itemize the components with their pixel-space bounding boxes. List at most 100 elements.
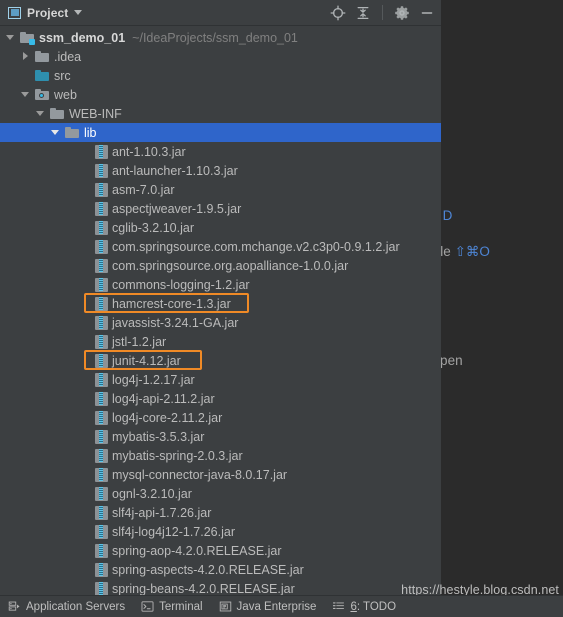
chevron-down-icon[interactable] [74, 10, 83, 15]
collapse-all-icon[interactable] [355, 5, 371, 21]
tree-twisty-spacer [80, 317, 91, 328]
scroll-from-source-icon[interactable] [330, 5, 346, 21]
tree-row-idea[interactable]: .idea [0, 47, 441, 66]
intellij-window: Search Everywhere D Open a project or Fi… [0, 0, 563, 617]
hint-shortcut: ⇧⌘O [454, 244, 490, 259]
tree-row-src[interactable]: src [0, 66, 441, 85]
tree-row-lib[interactable]: lib [0, 123, 441, 142]
tree-row-label: mysql-connector-java-8.0.17.jar [112, 467, 288, 482]
status-bar-item-application-servers[interactable]: Application Servers [0, 596, 133, 617]
tree-row-web[interactable]: web [0, 85, 441, 104]
tree-row-jar[interactable]: spring-aspects-4.2.0.RELEASE.jar [0, 560, 441, 579]
jar-file-icon [95, 258, 108, 273]
status-bar-item-java-enterprise[interactable]: Java Enterprise [211, 596, 325, 617]
status-bar-item-terminal[interactable]: Terminal [133, 596, 210, 617]
tree-row-label: hamcrest-core-1.3.jar [112, 296, 231, 311]
tree-row-label: log4j-core-2.11.2.jar [112, 410, 223, 425]
tree-row-icon [94, 144, 108, 159]
tree-row-icon [94, 372, 108, 387]
tree-row-label: .idea [54, 49, 82, 64]
project-icon [8, 6, 21, 19]
tree-row-jar[interactable]: com.springsource.org.aopalliance-1.0.0.j… [0, 256, 441, 275]
tree-row-jar[interactable]: slf4j-log4j12-1.7.26.jar [0, 522, 441, 541]
tree-row-icon [94, 239, 108, 254]
tree-row-jar[interactable]: javassist-3.24.1-GA.jar [0, 313, 441, 332]
tree-row-jar[interactable]: ant-1.10.3.jar [0, 142, 441, 161]
tree-row-icon [94, 163, 108, 178]
todo-icon [332, 600, 345, 613]
tree-row-jar[interactable]: ognl-3.2.10.jar [0, 484, 441, 503]
tree-twisty-down[interactable] [50, 127, 61, 138]
tree-row-jar[interactable]: mysql-connector-java-8.0.17.jar [0, 465, 441, 484]
tree-twisty-down[interactable] [20, 89, 31, 100]
tree-row-jar[interactable]: commons-logging-1.2.jar [0, 275, 441, 294]
tree-row-label: WEB-INF [69, 106, 122, 121]
project-tree[interactable]: ssm_demo_01 ~/IdeaProjects/ssm_demo_01 .id… [0, 26, 441, 596]
hint-label: Open a project or File [441, 244, 451, 259]
tree-twisty-down[interactable] [35, 108, 46, 119]
tree-row-label: mybatis-3.5.3.jar [112, 429, 205, 444]
project-view-selector[interactable]: Project [8, 5, 83, 20]
tree-row-label: spring-aop-4.2.0.RELEASE.jar [112, 543, 282, 558]
tree-row-jar[interactable]: junit-4.12.jar [0, 351, 441, 370]
tree-row-jar[interactable]: log4j-core-2.11.2.jar [0, 408, 441, 427]
todo-rest: : TODO [356, 600, 397, 613]
tree-row-jar[interactable]: spring-beans-4.2.0.RELEASE.jar [0, 579, 441, 596]
tree-twisty-down[interactable] [5, 32, 16, 43]
folder-icon [49, 107, 65, 120]
tree-row-label: log4j-1.2.17.jar [112, 372, 195, 387]
tree-row-label: ssm_demo_01 [39, 30, 126, 45]
tree-row-label: spring-aspects-4.2.0.RELEASE.jar [112, 562, 304, 577]
tree-row-jar[interactable]: com.springsource.com.mchange.v2.c3p0-0.9… [0, 237, 441, 256]
tree-row-jar[interactable]: log4j-1.2.17.jar [0, 370, 441, 389]
tree-twisty-spacer [80, 260, 91, 271]
tree-row-jar[interactable]: asm-7.0.jar [0, 180, 441, 199]
tree-twisty-spacer [80, 545, 91, 556]
tree-row-jar[interactable]: cglib-3.2.10.jar [0, 218, 441, 237]
tree-row-jar[interactable]: slf4j-api-1.7.26.jar [0, 503, 441, 522]
tree-twisty-spacer [80, 583, 91, 594]
folder-source-icon [34, 69, 50, 82]
gear-icon[interactable] [394, 5, 410, 21]
tree-row-label: slf4j-api-1.7.26.jar [112, 505, 212, 520]
tree-twisty-right[interactable] [20, 51, 31, 62]
tree-twisty-spacer [80, 355, 91, 366]
tree-row-jar[interactable]: log4j-api-2.11.2.jar [0, 389, 441, 408]
status-bar-item-todo[interactable]: 6: TODO [324, 596, 404, 617]
jar-file-icon [95, 505, 108, 520]
jar-file-icon [95, 543, 108, 558]
tree-row-jar[interactable]: spring-aop-4.2.0.RELEASE.jar [0, 541, 441, 560]
tree-twisty-spacer [80, 469, 91, 480]
folder-icon [64, 126, 80, 139]
tree-row-jar[interactable]: mybatis-spring-2.0.3.jar [0, 446, 441, 465]
tree-row-jar[interactable]: jstl-1.2.jar [0, 332, 441, 351]
jar-file-icon [95, 410, 108, 425]
tree-row-label: log4j-api-2.11.2.jar [112, 391, 215, 406]
tree-row-jar[interactable]: mybatis-3.5.3.jar [0, 427, 441, 446]
tree-row-label: src [54, 68, 71, 83]
jar-file-icon [95, 239, 108, 254]
tree-twisty-spacer [80, 564, 91, 575]
tree-row-web-inf[interactable]: WEB-INF [0, 104, 441, 123]
status-bar: Application Servers Terminal Java Enterp… [0, 595, 563, 617]
jar-file-icon [95, 467, 108, 482]
minimize-icon[interactable] [419, 5, 435, 21]
tree-row-jar[interactable]: hamcrest-core-1.3.jar [0, 294, 441, 313]
terminal-icon [141, 600, 154, 613]
tree-row-label: web [54, 87, 77, 102]
tree-row-project-root[interactable]: ssm_demo_01 ~/IdeaProjects/ssm_demo_01 [0, 28, 441, 47]
jar-file-icon [95, 372, 108, 387]
tree-row-label: cglib-3.2.10.jar [112, 220, 194, 235]
project-tool-window-header: Project [0, 0, 441, 26]
jar-file-icon [95, 220, 108, 235]
jar-file-icon [95, 448, 108, 463]
tree-row-jar[interactable]: ant-launcher-1.10.3.jar [0, 161, 441, 180]
jar-file-icon [95, 163, 108, 178]
tree-twisty-spacer [80, 336, 91, 347]
tree-row-icon [64, 126, 80, 139]
jar-file-icon [95, 296, 108, 311]
tree-row-jar[interactable]: aspectjweaver-1.9.5.jar [0, 199, 441, 218]
project-tool-window-title: Project [27, 5, 69, 20]
project-tool-window: Project ssm_demo_01 ~/IdeaProjects/ssm_d… [0, 0, 441, 596]
tree-row-icon [94, 353, 108, 368]
